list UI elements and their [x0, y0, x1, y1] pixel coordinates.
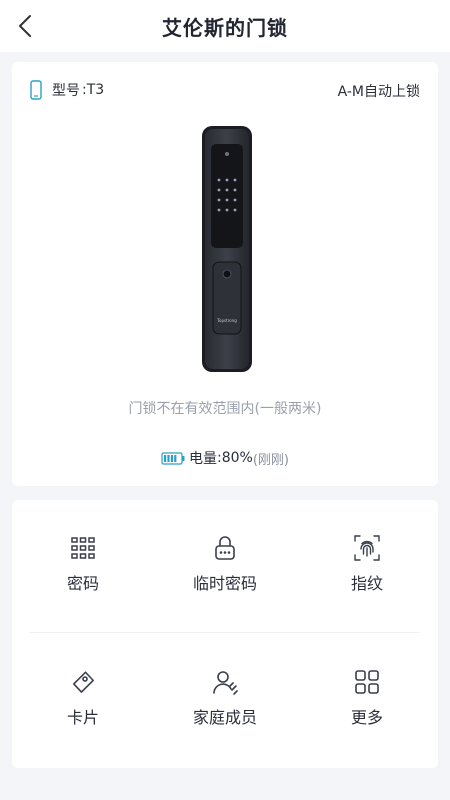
battery-bar — [174, 454, 177, 462]
menu-item-family-members[interactable]: 家庭成员 — [154, 634, 296, 734]
feature-grid: 密码 临时密码 指纹 卡片 家庭成员 更多 — [12, 500, 438, 768]
menu-item-label: 指纹 — [350, 574, 383, 593]
grid-icon — [355, 670, 379, 694]
battery-updated-time: (刚刚) — [252, 452, 289, 468]
lock-dots-icon — [215, 536, 235, 560]
menu-item-label: 临时密码 — [192, 574, 257, 593]
battery-value: :80% — [217, 450, 253, 466]
battery-bar — [167, 454, 170, 462]
model-row: 型号 :T3 — [30, 80, 104, 100]
lock-status-card: 型号 :T3 A-M自动上锁 Topstrong 门锁不在有效范围内(一般两米) — [12, 62, 438, 486]
menu-divider — [30, 632, 420, 633]
fingerprint-icon — [354, 535, 380, 561]
menu-item-label: 家庭成员 — [192, 708, 257, 727]
model-value: :T3 — [82, 82, 105, 98]
battery-bar — [170, 454, 173, 462]
range-status-text: 门锁不在有效范围内(一般两米) — [128, 401, 322, 417]
battery-row: 电量 :80% (刚刚) — [12, 448, 438, 468]
menu-item-more[interactable]: 更多 — [296, 634, 438, 734]
menu-item-temp-password[interactable]: 临时密码 — [154, 500, 296, 600]
phone-icon — [30, 80, 42, 100]
battery-label: 电量 — [189, 451, 217, 467]
feature-menu-card: 密码 临时密码 指纹 卡片 家庭成员 更多 — [12, 500, 438, 768]
battery-bar — [164, 454, 167, 462]
top-bar: 艾伦斯的门锁 — [0, 0, 450, 52]
card-icon — [72, 671, 94, 693]
family-icon — [213, 671, 238, 695]
menu-item-label: 密码 — [66, 574, 99, 593]
page-title: 艾伦斯的门锁 — [162, 16, 288, 40]
smart-lock-image: Topstrong — [202, 126, 252, 372]
auto-lock-setting[interactable]: A-M自动上锁 — [338, 81, 420, 101]
keypad-icon — [71, 537, 95, 559]
menu-item-fingerprint[interactable]: 指纹 — [296, 500, 438, 600]
menu-item-label: 更多 — [350, 708, 383, 727]
model-label: 型号 — [52, 83, 80, 99]
lock-brand-text: Topstrong — [216, 318, 237, 323]
battery-icon — [161, 451, 185, 465]
menu-item-password[interactable]: 密码 — [12, 500, 154, 600]
menu-item-card[interactable]: 卡片 — [12, 634, 154, 734]
menu-item-label: 卡片 — [66, 708, 99, 727]
